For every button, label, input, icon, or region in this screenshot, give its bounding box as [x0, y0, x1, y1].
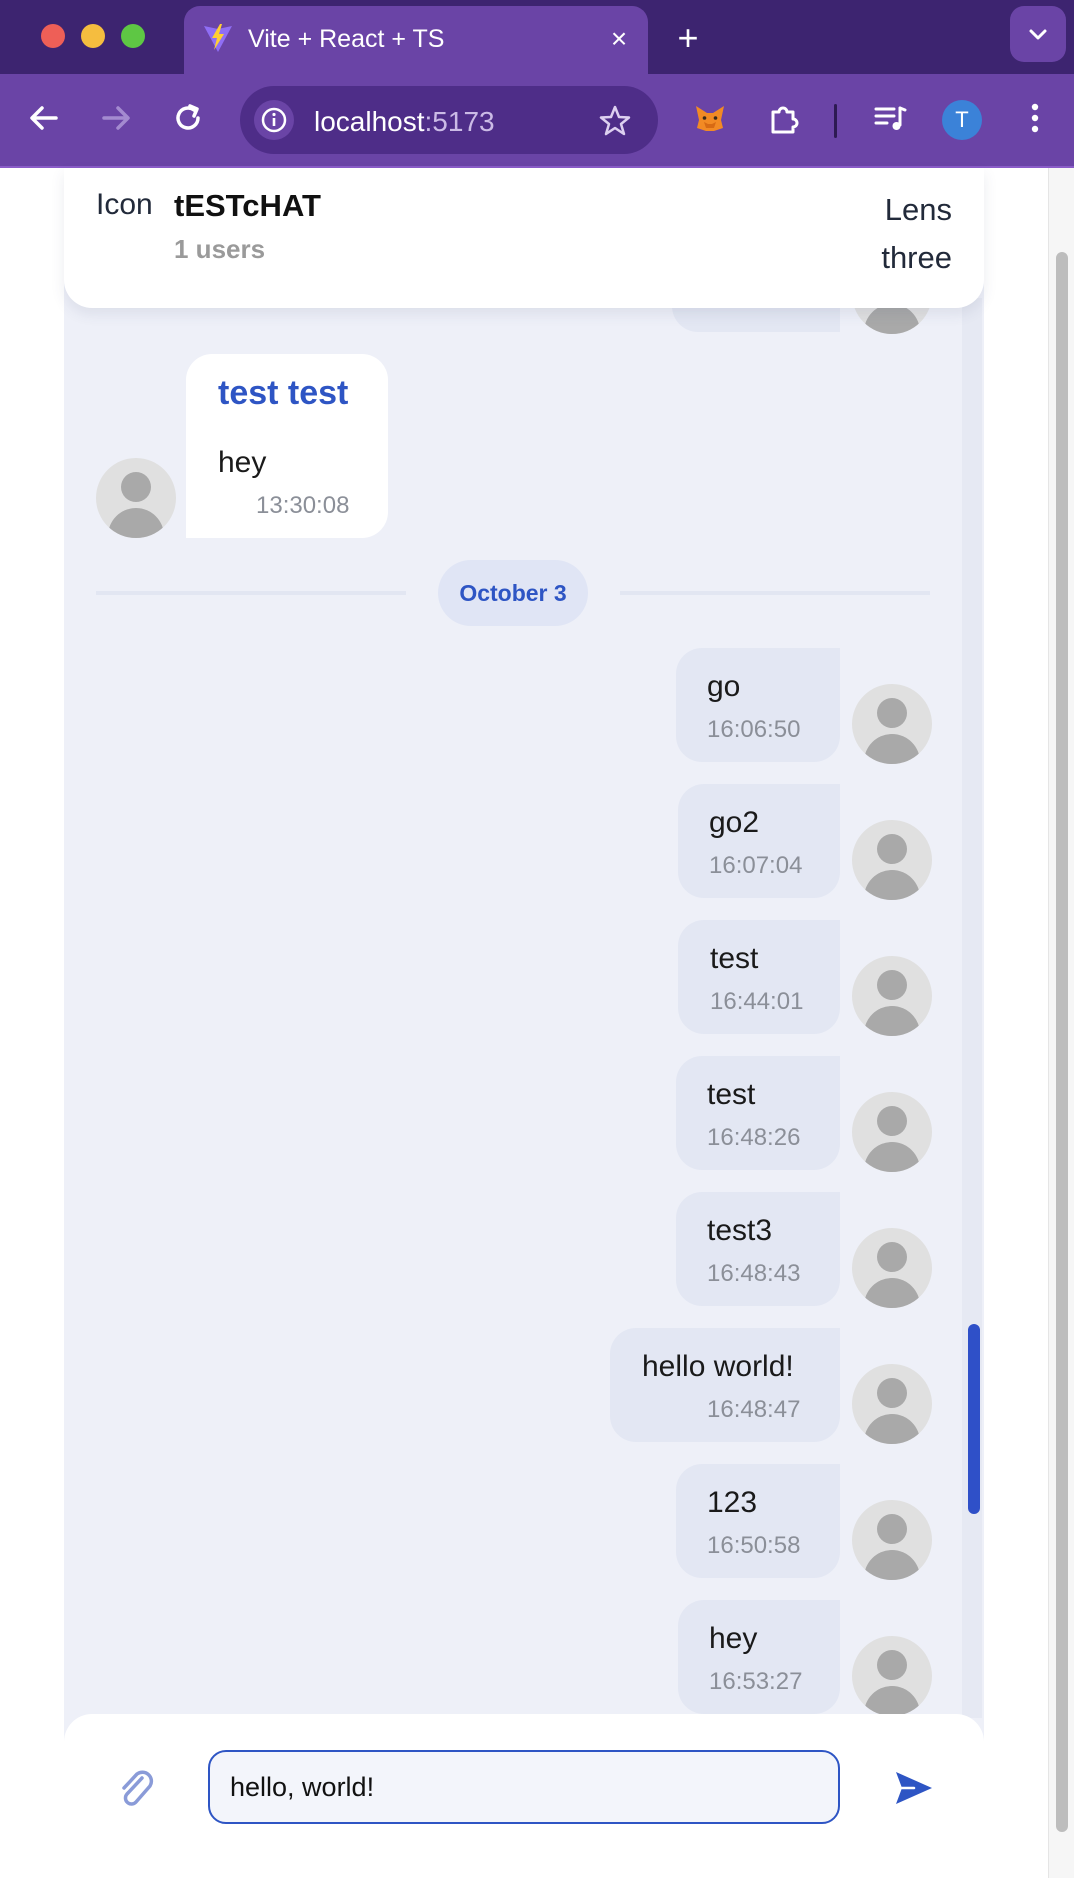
media-control-icon[interactable]	[870, 98, 910, 138]
page-scrollbar-thumb[interactable]	[1056, 252, 1068, 1832]
chat-title: tESTcHAT	[174, 188, 321, 223]
close-window-button[interactable]	[41, 24, 65, 48]
bookmark-star-icon[interactable]	[598, 104, 632, 138]
message-time: 16:48:26	[707, 1124, 801, 1151]
toolbar-divider	[834, 104, 837, 138]
message-time: 13:30:08	[256, 492, 350, 519]
user-silhouette-icon	[121, 472, 151, 502]
extensions-puzzle-icon[interactable]	[764, 98, 804, 138]
send-icon[interactable]	[892, 1766, 936, 1810]
chat-header: Icon tESTcHAT 1 users Lens three	[64, 168, 984, 308]
message-time: 16:07:04	[709, 852, 803, 879]
browser-chrome: Vite + React + TS × + localhost:5173 T	[0, 0, 1074, 168]
user-silhouette-icon	[877, 834, 907, 864]
browser-toolbar: localhost:5173 T	[0, 74, 1074, 168]
reload-icon[interactable]	[168, 98, 208, 138]
outgoing-message-bubble: go 16:06:50	[676, 648, 840, 762]
message-text: go2	[709, 806, 760, 839]
lens-three-label: Lens three	[881, 192, 952, 275]
tab-search-button[interactable]	[1010, 6, 1066, 62]
outgoing-message-bubble: go2 16:07:04	[678, 784, 840, 898]
outgoing-message-bubble: 123 16:50:58	[676, 1464, 840, 1578]
user-silhouette-icon	[877, 1514, 907, 1544]
user-silhouette-icon	[877, 1650, 907, 1680]
url-text: localhost:5173	[314, 106, 495, 137]
message-input[interactable]	[208, 1750, 840, 1824]
message-text: hello world!	[642, 1350, 794, 1383]
message-time: 16:44:01	[710, 988, 804, 1015]
message-text: test3	[707, 1214, 773, 1247]
message-text: hey	[218, 446, 267, 479]
chat-scrollbar-thumb[interactable]	[968, 1324, 980, 1514]
site-info-icon[interactable]	[254, 100, 294, 140]
outgoing-message-bubble: test 16:44:01	[678, 920, 840, 1034]
outgoing-message-bubble: hey 16:53:27	[678, 1600, 840, 1714]
message-time: 16:48:43	[707, 1260, 801, 1287]
incoming-message-bubble: test test hey 13:30:08	[186, 354, 388, 538]
avatar	[852, 1228, 932, 1308]
avatar	[852, 1500, 932, 1580]
forward-arrow-icon[interactable]	[96, 98, 136, 138]
user-silhouette-icon	[877, 1106, 907, 1136]
profile-avatar[interactable]: T	[942, 100, 982, 140]
chevron-down-icon	[1029, 29, 1047, 40]
tab-title: Vite + React + TS	[248, 25, 445, 53]
tab-strip: Vite + React + TS × +	[0, 0, 1074, 74]
user-silhouette-icon	[877, 698, 907, 728]
message-text: test	[707, 1078, 756, 1111]
avatar	[852, 1364, 932, 1444]
paperclip-icon[interactable]	[112, 1764, 162, 1814]
message-sender-name: test test	[218, 374, 349, 412]
date-divider-line-right	[620, 591, 930, 595]
vite-logo-icon	[204, 24, 232, 52]
outgoing-message-bubble: hello world! 16:48:47	[610, 1328, 840, 1442]
message-time: 16:48:47	[707, 1396, 801, 1423]
avatar	[852, 1092, 932, 1172]
outgoing-message-bubble: test 16:48:26	[676, 1056, 840, 1170]
avatar	[852, 820, 932, 900]
maximize-window-button[interactable]	[121, 24, 145, 48]
tab-active[interactable]: Vite + React + TS ×	[184, 6, 648, 74]
date-divider-label: October 3	[438, 560, 588, 626]
message-text: 123	[707, 1486, 758, 1519]
message-time: 16:06:50	[707, 716, 801, 743]
date-divider-line-left	[96, 591, 406, 595]
outgoing-message-bubble: test3 16:48:43	[676, 1192, 840, 1306]
avatar	[852, 1636, 932, 1716]
back-arrow-icon[interactable]	[24, 98, 64, 138]
message-text: hey	[709, 1622, 758, 1655]
address-bar[interactable]: localhost:5173	[240, 86, 658, 154]
message-time: 16:50:58	[707, 1532, 801, 1559]
user-silhouette-icon	[877, 1378, 907, 1408]
metamask-fox-icon[interactable]	[690, 98, 730, 138]
avatar	[852, 684, 932, 764]
message-text: test	[710, 942, 759, 975]
minimize-window-button[interactable]	[81, 24, 105, 48]
avatar	[852, 956, 932, 1036]
user-silhouette-icon	[877, 970, 907, 1000]
message-text: go	[707, 670, 741, 703]
chat-user-count: 1 users	[174, 234, 266, 264]
chat-icon-placeholder: Icon	[96, 188, 153, 221]
user-silhouette-icon	[877, 1242, 907, 1272]
new-tab-button[interactable]: +	[668, 18, 708, 58]
tab-close-icon[interactable]: ×	[604, 24, 634, 54]
message-time: 16:53:27	[709, 1668, 803, 1695]
incoming-avatar	[96, 458, 176, 538]
more-menu-icon[interactable]	[1020, 98, 1050, 138]
